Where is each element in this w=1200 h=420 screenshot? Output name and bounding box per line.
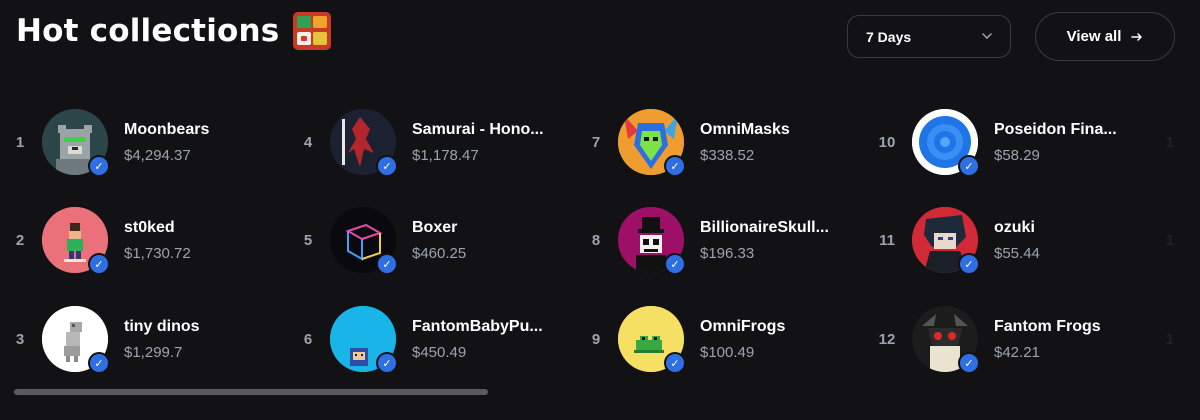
collection-name: OmniFrogs — [700, 318, 786, 335]
collection-avatar[interactable]: ✓ — [42, 207, 110, 275]
collection-name: ozuki — [994, 219, 1035, 236]
checkmark-badge-icon: ✓ — [958, 253, 980, 275]
collection-price: $100.49 — [700, 344, 755, 361]
checkmark-badge-icon: ✓ — [88, 253, 110, 275]
period-select[interactable]: 7 Days — [847, 15, 1011, 58]
collection-item[interactable]: 4 ✓ Samurai - Hono... $1,178.47 — [298, 107, 578, 177]
collection-price: $58.29 — [994, 147, 1040, 164]
section-title: Hot collections — [16, 12, 332, 50]
collection-rank: 6 — [303, 330, 313, 348]
collection-rank: 4 — [303, 133, 313, 151]
collection-avatar[interactable]: ✓ — [42, 109, 110, 177]
collection-price: $42.21 — [994, 344, 1040, 361]
collection-avatar[interactable]: ✓ — [618, 109, 686, 177]
collection-avatar[interactable]: ✓ — [912, 207, 980, 275]
period-select-value: 7 Days — [866, 28, 912, 45]
collection-rank: 9 — [591, 330, 601, 348]
checkmark-badge-icon: ✓ — [664, 352, 686, 374]
checkmark-badge-icon: ✓ — [958, 352, 980, 374]
collection-price: $4,294.37 — [124, 147, 191, 164]
collection-item[interactable]: 8 ✓ BillionaireSkull... $196.33 — [586, 205, 866, 275]
chevron-down-icon — [982, 31, 992, 42]
checkmark-badge-icon: ✓ — [88, 352, 110, 374]
collection-avatar[interactable]: ✓ — [618, 207, 686, 275]
checkmark-badge-icon: ✓ — [664, 253, 686, 275]
view-all-label: View all — [1066, 28, 1122, 45]
checkmark-badge-icon: ✓ — [376, 155, 398, 177]
collection-name: Moonbears — [124, 121, 210, 138]
collection-item[interactable]: 9 ✓ OmniFrogs $100.49 — [586, 304, 866, 374]
collection-rank: 11 — [879, 231, 895, 249]
collection-rank: 12 — [878, 330, 896, 348]
view-all-button[interactable]: View all — [1035, 12, 1175, 61]
checkmark-badge-icon: ✓ — [958, 155, 980, 177]
collection-price: $55.44 — [994, 245, 1040, 262]
collection-name: BillionaireSkull... — [700, 219, 829, 236]
collection-name: Boxer — [412, 219, 458, 236]
collection-avatar[interactable]: ✓ — [618, 306, 686, 374]
collection-item[interactable]: 12 ✓ Fantom Frogs $42.21 — [874, 304, 1154, 374]
collection-rank: 3 — [15, 330, 25, 348]
collection-rank-overflow: 1 — [1165, 331, 1175, 348]
collection-name: FantomBabyPu... — [412, 318, 543, 335]
collection-item[interactable]: 7 ✓ OmniMasks $338.52 — [586, 107, 866, 177]
collection-item[interactable]: 5 ✓ Boxer $460.25 — [298, 205, 578, 275]
collection-rank: 10 — [878, 133, 896, 151]
arrow-right-icon — [1131, 29, 1143, 45]
collection-price: $460.25 — [412, 245, 467, 262]
collection-price: $1,299.7 — [124, 344, 183, 361]
collection-rank: 1 — [15, 133, 25, 151]
collection-rank: 8 — [591, 231, 601, 249]
collection-item[interactable]: 2 ✓ st0ked $1,730.72 — [10, 205, 290, 275]
checkmark-badge-icon: ✓ — [88, 155, 110, 177]
collection-price: $1,178.47 — [412, 147, 479, 164]
collection-rank-overflow: 1 — [1165, 232, 1175, 249]
collection-rank: 7 — [591, 133, 601, 151]
collection-avatar[interactable]: ✓ — [912, 306, 980, 374]
collection-item[interactable]: 3 ✓ tiny dinos $1,299.7 — [10, 304, 290, 374]
collection-item[interactable]: 6 ✓ FantomBabyPu... $450.49 — [298, 304, 578, 374]
checkmark-badge-icon: ✓ — [376, 352, 398, 374]
checkmark-badge-icon: ✓ — [376, 253, 398, 275]
collection-name: Samurai - Hono... — [412, 121, 544, 138]
collection-avatar[interactable]: ✓ — [330, 109, 398, 177]
collection-name: OmniMasks — [700, 121, 790, 138]
collection-name: Poseidon Fina... — [994, 121, 1117, 138]
bento-box-icon — [293, 12, 332, 50]
collection-rank: 2 — [15, 231, 25, 249]
collection-price: $196.33 — [700, 245, 755, 262]
collection-name: tiny dinos — [124, 318, 200, 335]
collection-item[interactable]: 11 ✓ ozuki $55.44 — [874, 205, 1154, 275]
collection-avatar[interactable]: ✓ — [42, 306, 110, 374]
collection-avatar[interactable]: ✓ — [912, 109, 980, 177]
collection-avatar[interactable]: ✓ — [330, 207, 398, 275]
horizontal-scrollbar[interactable] — [14, 389, 488, 395]
collection-price: $1,730.72 — [124, 245, 191, 262]
collection-name: st0ked — [124, 219, 175, 236]
collection-name: Fantom Frogs — [994, 318, 1101, 335]
collection-price: $338.52 — [700, 147, 755, 164]
collection-rank-overflow: 1 — [1165, 134, 1175, 151]
collections-grid: 1 ✓ Moonbears $4,294.37 2 ✓ st0ked $1,73… — [0, 96, 1200, 386]
collection-rank: 5 — [303, 231, 313, 249]
collection-price: $450.49 — [412, 344, 467, 361]
collection-item[interactable]: 1 ✓ Moonbears $4,294.37 — [10, 107, 290, 177]
collection-avatar[interactable]: ✓ — [330, 306, 398, 374]
section-title-text: Hot collections — [16, 13, 280, 49]
checkmark-badge-icon: ✓ — [664, 155, 686, 177]
collection-item[interactable]: 10 ✓ Poseidon Fina... $58.29 — [874, 107, 1154, 177]
